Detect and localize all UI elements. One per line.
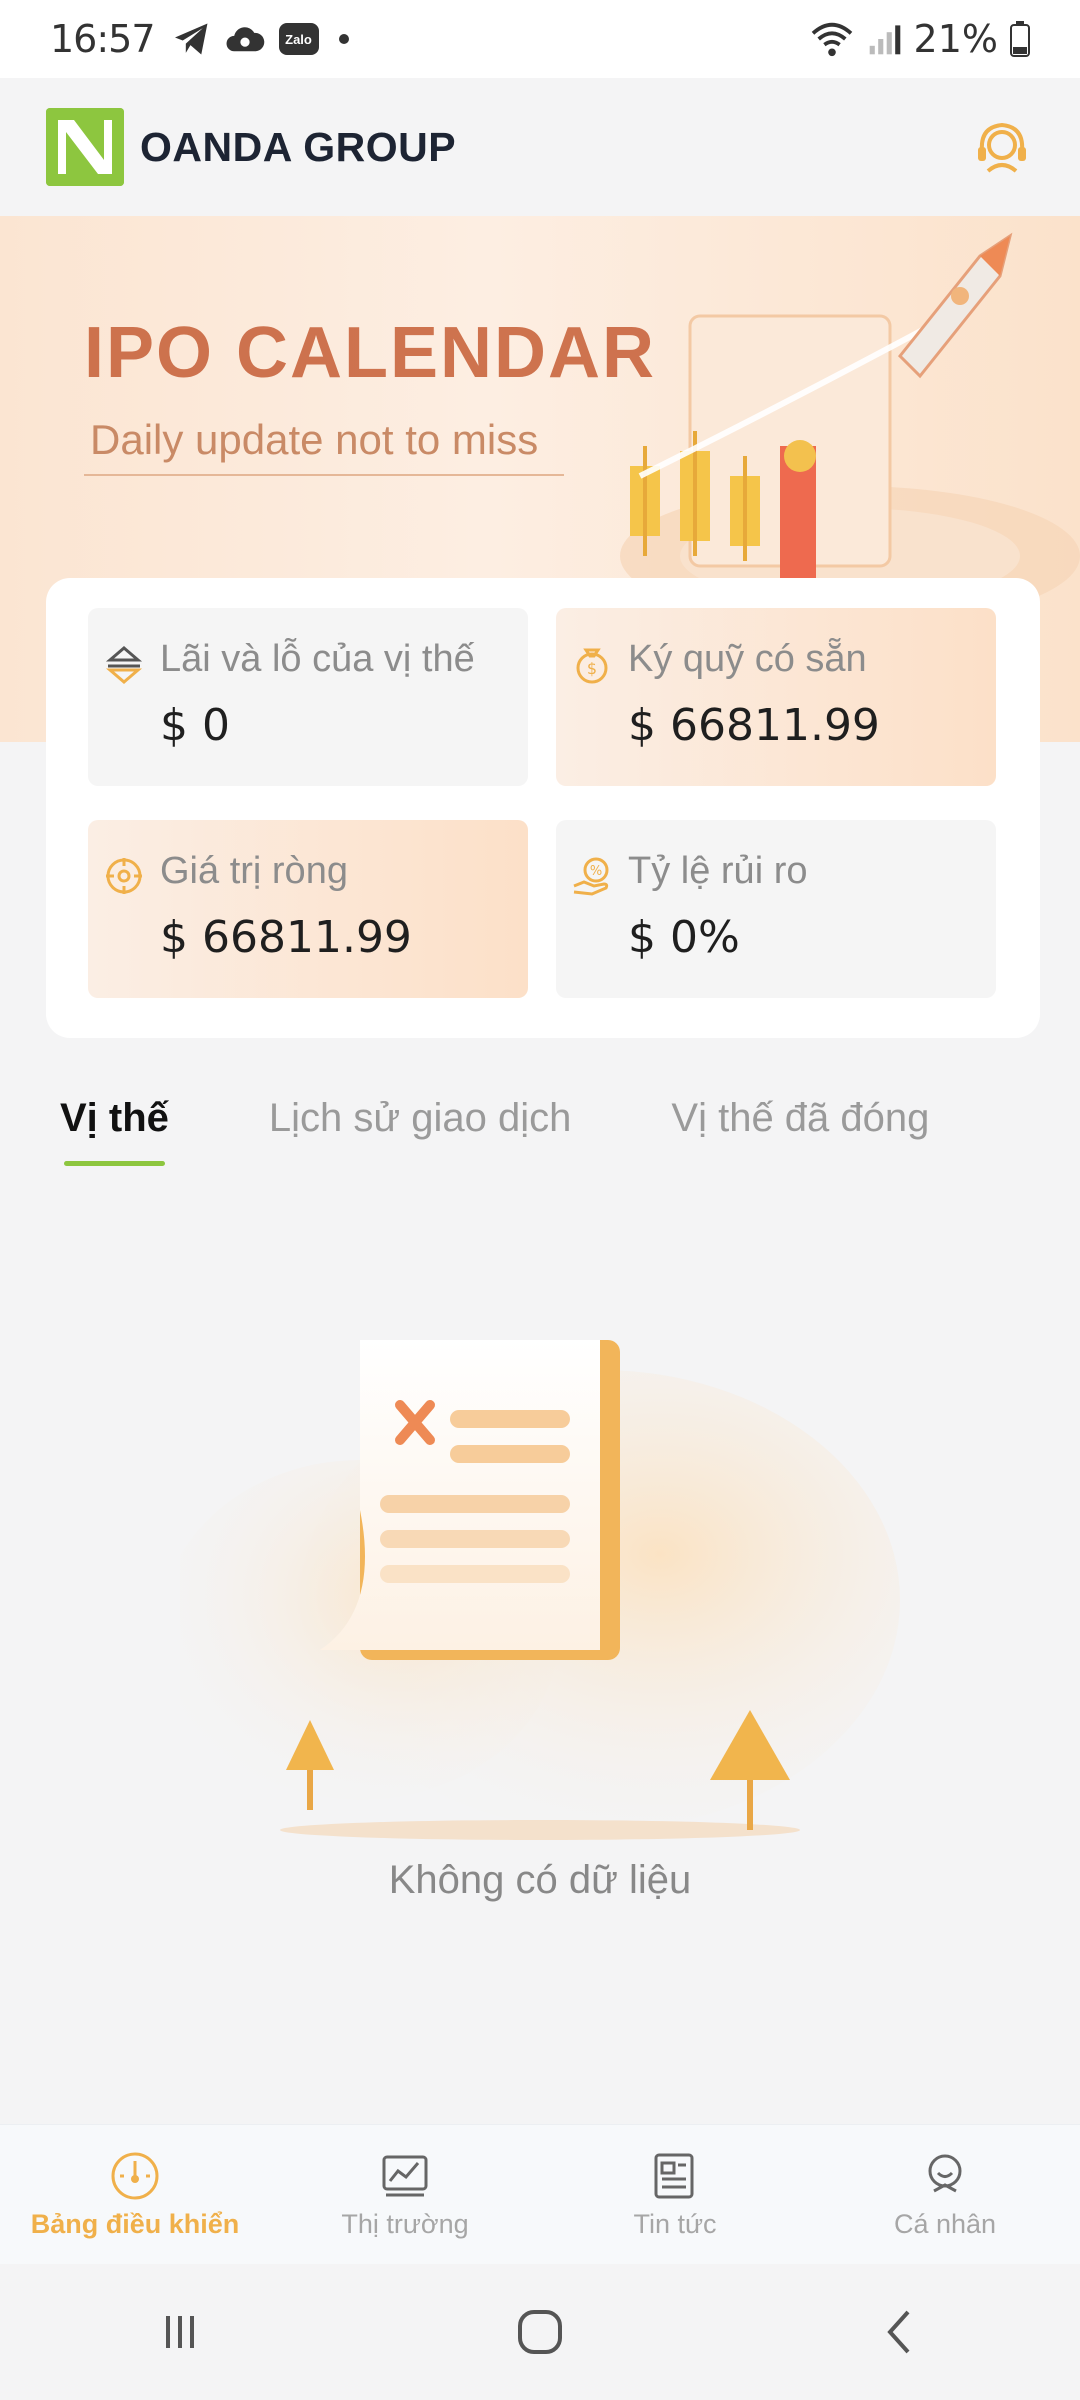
- stat-label: Ký quỹ có sẵn: [628, 638, 867, 680]
- tab-closed-positions[interactable]: Vị thế đã đóng: [671, 1096, 929, 1166]
- bottom-navigation: Bảng điều khiển Thị trường Tin tức Cá nh…: [0, 2124, 1080, 2264]
- nav-market[interactable]: Thị trường: [285, 2149, 525, 2240]
- arrows-updown-icon: [105, 646, 143, 684]
- stat-value: $ 0: [160, 700, 230, 751]
- news-icon: [654, 2153, 694, 2199]
- hand-percent-icon: %: [573, 857, 609, 896]
- target-icon: [106, 858, 142, 894]
- battery-percent: 21%: [913, 17, 998, 61]
- stat-risk-ratio: % Tỷ lệ rủi ro $ 0%: [556, 820, 996, 998]
- system-navigation-bar: [0, 2264, 1080, 2400]
- nav-news[interactable]: Tin tức: [555, 2149, 795, 2240]
- battery-icon: [1010, 21, 1030, 57]
- money-bag-icon: $: [576, 648, 608, 684]
- notification-icons: Zalo: [173, 22, 349, 56]
- empty-state-message: Không có dữ liệu: [388, 1858, 692, 1902]
- svg-text:$: $: [587, 659, 597, 678]
- stat-label: Lãi và lỗ của vị thế: [160, 638, 475, 680]
- banner-subtitle: Daily update not to miss: [90, 416, 539, 463]
- zalo-icon: Zalo: [278, 23, 319, 55]
- stat-available-margin: $ Ký quỹ có sẵn $ 66811.99: [556, 608, 996, 786]
- nav-label: Thị trường: [341, 2209, 469, 2239]
- wifi-icon: [811, 22, 852, 57]
- market-chart-icon: [382, 2155, 428, 2197]
- dashboard-gauge-icon: [111, 2152, 159, 2200]
- cloud-icon: [226, 27, 264, 52]
- home-icon[interactable]: [510, 2302, 570, 2362]
- back-icon[interactable]: [870, 2302, 930, 2362]
- telegram-icon: [174, 23, 207, 55]
- dot-icon: [338, 34, 349, 44]
- stat-value: $ 66811.99: [628, 700, 880, 751]
- app-header: OANDA GROUP: [0, 78, 1080, 216]
- nav-label: Bảng điều khiển: [30, 2209, 240, 2239]
- status-time: 16:57: [50, 17, 156, 61]
- status-right: 21%: [808, 17, 1030, 61]
- stat-label: Giá trị ròng: [160, 850, 348, 892]
- stat-net-value: Giá trị ròng $ 66811.99: [88, 820, 528, 998]
- position-tabs: Vị thế Lịch sử giao dịch Vị thế đã đóng: [0, 1096, 1080, 1186]
- customer-service-icon[interactable]: [970, 115, 1034, 179]
- logo-icon: [46, 108, 124, 186]
- svg-text:%: %: [590, 864, 602, 879]
- account-stats-card: Lãi và lỗ của vị thế $ 0 $ Ký quỹ có sẵn…: [46, 578, 1040, 1038]
- status-bar: 16:57 Zalo 21%: [0, 0, 1080, 78]
- nav-label: Cá nhân: [893, 2209, 997, 2239]
- nav-profile[interactable]: Cá nhân: [825, 2149, 1065, 2240]
- tab-trade-history[interactable]: Lịch sử giao dịch: [269, 1096, 572, 1166]
- banner-divider: [84, 474, 564, 476]
- stat-label: Tỷ lệ rủi ro: [628, 850, 808, 892]
- stat-value: $ 66811.99: [160, 912, 412, 963]
- brand-name: OANDA GROUP: [140, 123, 457, 170]
- signal-icon: [869, 25, 900, 55]
- profile-icon: [928, 2154, 962, 2193]
- nav-dashboard[interactable]: Bảng điều khiển: [15, 2149, 255, 2240]
- banner-title: IPO CALENDAR: [84, 313, 657, 393]
- tab-positions[interactable]: Vị thế: [60, 1096, 169, 1166]
- recent-apps-icon[interactable]: [150, 2302, 210, 2362]
- stat-value: $ 0%: [628, 912, 740, 963]
- stat-position-pnl: Lãi và lỗ của vị thế $ 0: [88, 608, 528, 786]
- nav-label: Tin tức: [633, 2209, 717, 2239]
- empty-document-illustration: [180, 1340, 900, 1840]
